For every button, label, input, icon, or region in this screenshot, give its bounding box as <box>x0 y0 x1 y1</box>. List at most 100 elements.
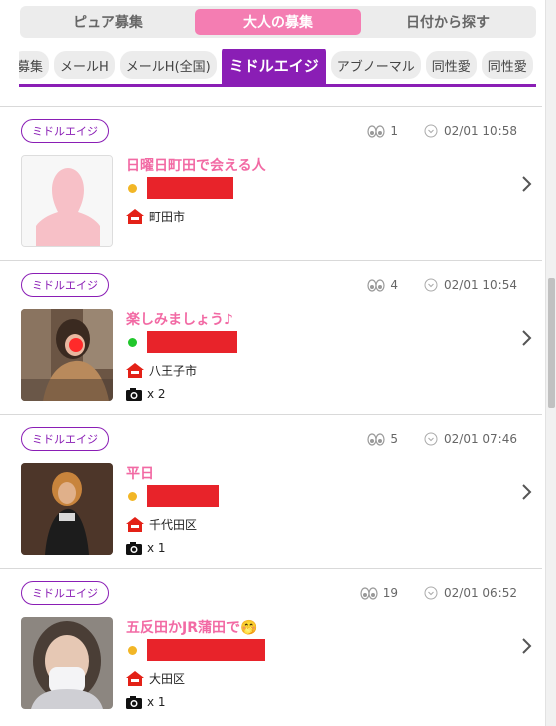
chevron-right-icon[interactable] <box>520 328 534 348</box>
post-card[interactable]: ミドルエイジ 19 02/01 06:52 五反田かJR蒲田で🤭 大田区 x 1 <box>0 568 542 722</box>
eyes-icon <box>367 278 385 292</box>
category-tab-mail-h-nationwide[interactable]: メールH(全国) <box>119 51 217 79</box>
category-tab-middle-age[interactable]: ミドルエイジ <box>221 49 326 84</box>
status-row <box>128 485 219 507</box>
status-dot <box>128 491 137 501</box>
post-time: 02/01 10:54 <box>424 278 517 292</box>
home-icon <box>126 517 144 532</box>
clock-icon <box>424 278 438 292</box>
post-list: ミドルエイジ 1 02/01 10:58 日曜日町田で会える人 町田市 ミドルエ… <box>0 106 545 722</box>
post-time: 02/01 10:58 <box>424 124 517 138</box>
view-count-value: 19 <box>382 586 399 600</box>
photo-count-row: x 2 <box>126 387 166 401</box>
chevron-right-icon[interactable] <box>520 482 534 502</box>
location-row: 八王子市 <box>126 362 197 379</box>
status-dot <box>128 183 137 193</box>
eyes-icon <box>360 586 378 600</box>
status-row <box>128 639 265 661</box>
post-datetime: 02/01 07:46 <box>444 432 517 446</box>
avatar[interactable] <box>21 155 113 247</box>
category-tab-abnormal[interactable]: アブノーマル <box>330 51 421 79</box>
clock-icon <box>424 586 438 600</box>
view-count-value: 4 <box>390 278 399 292</box>
category-badge: ミドルエイジ <box>21 427 109 451</box>
camera-icon <box>126 695 142 709</box>
clock-icon <box>424 432 438 446</box>
tab-pure-recruit[interactable]: ピュア募集 <box>25 9 191 35</box>
camera-icon <box>126 387 142 401</box>
user-photo[interactable] <box>21 309 113 401</box>
category-badge: ミドルエイジ <box>21 273 109 297</box>
location-text: 町田市 <box>149 210 186 224</box>
redacted-name <box>147 177 233 199</box>
camera-icon <box>126 541 142 555</box>
default-avatar-icon <box>22 156 112 246</box>
view-count-value: 5 <box>390 432 399 446</box>
post-datetime: 02/01 10:54 <box>444 278 517 292</box>
user-photo-image <box>21 309 113 401</box>
post-title-text: 五反田かJR蒲田で <box>126 620 240 636</box>
photo-count: x 1 <box>147 541 166 555</box>
post-title[interactable]: 日曜日町田で会える人 <box>126 155 266 175</box>
location-text: 八王子市 <box>149 364 198 378</box>
chevron-right-icon[interactable] <box>520 636 534 656</box>
user-photo[interactable] <box>21 617 113 709</box>
user-photo[interactable] <box>21 463 113 555</box>
category-badge: ミドルエイジ <box>21 581 109 605</box>
photo-count: x 2 <box>147 387 166 401</box>
post-time: 02/01 06:52 <box>424 586 517 600</box>
chevron-right-icon[interactable] <box>520 174 534 194</box>
status-dot <box>128 645 137 655</box>
page: ピュア募集 大人の募集 日付から探す 募集 メールH メールH(全国) ミドルエ… <box>0 0 545 726</box>
eyes-icon <box>367 124 385 138</box>
photo-count: x 1 <box>147 695 166 709</box>
scrollbar-thumb[interactable] <box>548 278 555 408</box>
location-row: 千代田区 <box>126 516 197 533</box>
home-icon <box>126 209 144 224</box>
category-badge: ミドルエイジ <box>21 119 109 143</box>
view-count: 19 <box>360 586 398 600</box>
post-card[interactable]: ミドルエイジ 1 02/01 10:58 日曜日町田で会える人 町田市 <box>0 106 542 260</box>
category-tabs: 募集 メールH メールH(全国) ミドルエイジ アブノーマル 同性愛 同性愛 <box>19 49 536 87</box>
photo-count-row: x 1 <box>126 695 166 709</box>
status-row <box>128 177 233 199</box>
category-tab-mail-h[interactable]: メールH <box>54 51 115 79</box>
status-dot <box>128 337 137 347</box>
category-tab-same-sex-2[interactable]: 同性愛 <box>481 51 533 79</box>
location-row: 大田区 <box>126 670 185 687</box>
view-count: 5 <box>367 432 398 446</box>
tab-adult-recruit[interactable]: 大人の募集 <box>195 9 361 35</box>
user-photo-image <box>21 463 113 555</box>
user-photo-image <box>21 617 113 709</box>
category-tab[interactable]: 募集 <box>19 51 50 79</box>
clock-icon <box>424 124 438 138</box>
post-meta: 1 02/01 10:58 <box>367 124 517 138</box>
status-row <box>128 331 237 353</box>
category-tab-same-sex[interactable]: 同性愛 <box>425 51 477 79</box>
post-title[interactable]: 平日 <box>126 463 154 483</box>
view-count-value: 1 <box>390 124 399 138</box>
post-time: 02/01 07:46 <box>424 432 517 446</box>
post-meta: 19 02/01 06:52 <box>360 586 517 600</box>
photo-count-row: x 1 <box>126 541 166 555</box>
post-card[interactable]: ミドルエイジ 5 02/01 07:46 平日 千代田区 x 1 <box>0 414 542 568</box>
post-card[interactable]: ミドルエイジ 4 02/01 10:54 楽しみましょう♪ 八王子市 x 2 <box>0 260 542 414</box>
redacted-name <box>147 331 237 353</box>
redacted-name <box>147 485 219 507</box>
location-text: 千代田区 <box>149 518 198 532</box>
location-row: 町田市 <box>126 208 185 225</box>
shushing-face-emoji: 🤭 <box>240 620 258 636</box>
redacted-name <box>147 639 265 661</box>
post-datetime: 02/01 10:58 <box>444 124 517 138</box>
mode-segmented-control: ピュア募集 大人の募集 日付から探す <box>20 6 536 38</box>
view-count: 1 <box>367 124 398 138</box>
post-title[interactable]: 五反田かJR蒲田で🤭 <box>126 617 257 637</box>
post-meta: 4 02/01 10:54 <box>367 278 517 292</box>
post-title[interactable]: 楽しみましょう♪ <box>126 309 233 329</box>
post-meta: 5 02/01 07:46 <box>367 432 517 446</box>
post-datetime: 02/01 06:52 <box>444 586 517 600</box>
tab-search-by-date[interactable]: 日付から探す <box>365 9 531 35</box>
vertical-scrollbar[interactable] <box>545 0 556 726</box>
home-icon <box>126 363 144 378</box>
location-text: 大田区 <box>149 672 186 686</box>
